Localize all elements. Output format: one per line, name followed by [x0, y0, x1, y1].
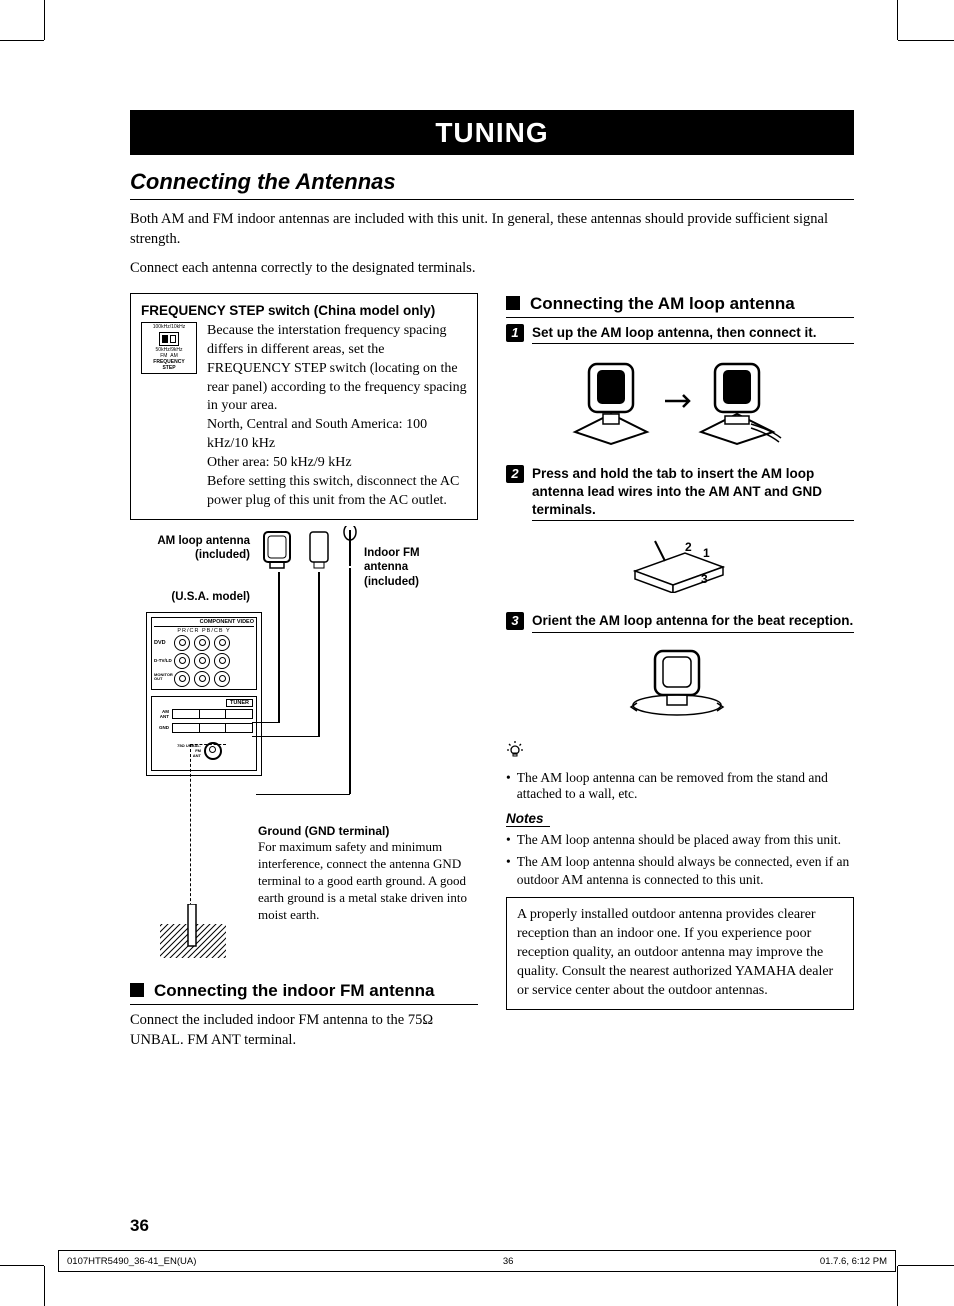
step-1-text: Set up the AM loop antenna, then connect… — [532, 324, 854, 342]
svg-text:2: 2 — [685, 540, 692, 554]
bullet-icon: • — [506, 853, 511, 889]
step-number-1: 1 — [506, 324, 524, 342]
am-subheading: Connecting the AM loop antenna — [506, 293, 854, 318]
ground-note: Ground (GND terminal) For maximum safety… — [258, 824, 468, 924]
antenna-wiring-diagram: AM loop antenna (included) Indoor FM ant… — [130, 534, 478, 964]
fm-subheading: Connecting the indoor FM antenna — [130, 980, 478, 1005]
page-number: 36 — [130, 1216, 149, 1236]
bullet-icon: • — [506, 831, 511, 849]
tip-text: The AM loop antenna can be removed from … — [517, 770, 854, 802]
footer-date: 01.7.6, 6:12 PM — [820, 1256, 887, 1267]
print-footer: 0107HTR5490_36-41_EN(UA) 36 01.7.6, 6:12… — [58, 1250, 896, 1272]
lightbulb-icon — [506, 740, 524, 762]
am-loop-antenna-icon-2 — [306, 528, 334, 577]
am-loop-antenna-icon — [258, 528, 302, 577]
note-2: The AM loop antenna should always be con… — [517, 853, 854, 889]
note-1: The AM loop antenna should be placed awa… — [517, 831, 841, 849]
chapter-heading: TUNING — [130, 110, 854, 155]
square-bullet-icon — [506, 296, 520, 310]
step-number-2: 2 — [506, 465, 524, 483]
frequency-step-switch-icon: 100kHz/10kHz 50kHz/9kHz FM AM FREQUENCY … — [141, 322, 197, 511]
intro-paragraph-1: Both AM and FM indoor antennas are inclu… — [130, 210, 854, 249]
step-1-figure — [506, 356, 854, 451]
outdoor-antenna-info: A properly installed outdoor antenna pro… — [506, 897, 854, 1009]
step-3-figure — [506, 645, 854, 724]
usa-model-label: (U.S.A. model) — [130, 590, 250, 604]
step-number-3: 3 — [506, 612, 524, 630]
footer-page: 36 — [503, 1256, 514, 1267]
rear-panel-icon: COMPONENT VIDEO PR/CR PB/CB Y DVD D-TV/L… — [146, 612, 262, 776]
indoor-fm-antenna-label: Indoor FM antenna (included) — [364, 546, 420, 589]
footer-file: 0107HTR5490_36-41_EN(UA) — [67, 1256, 196, 1267]
section-heading: Connecting the Antennas — [130, 169, 854, 200]
svg-text:1: 1 — [703, 546, 710, 560]
svg-text:3: 3 — [701, 572, 708, 586]
ground-hatch-icon — [158, 904, 228, 960]
am-loop-antenna-label: AM loop antenna (included) — [130, 534, 250, 563]
step-2-text: Press and hold the tab to insert the AM … — [532, 465, 854, 518]
square-bullet-icon — [130, 983, 144, 997]
notes-heading: Notes — [506, 811, 550, 827]
frequency-step-body: Because the interstation frequency spaci… — [207, 322, 467, 511]
step-3-text: Orient the AM loop antenna for the beat … — [532, 612, 854, 630]
intro-paragraph-2: Connect each antenna correctly to the de… — [130, 259, 854, 279]
bullet-icon: • — [506, 770, 511, 786]
frequency-step-box: FREQUENCY STEP switch (China model only)… — [130, 293, 478, 520]
frequency-step-title: FREQUENCY STEP switch (China model only) — [141, 302, 467, 320]
indoor-fm-antenna-icon — [338, 526, 362, 570]
step-2-figure: 2 1 3 — [506, 533, 854, 598]
fm-body: Connect the included indoor FM antenna t… — [130, 1011, 478, 1050]
